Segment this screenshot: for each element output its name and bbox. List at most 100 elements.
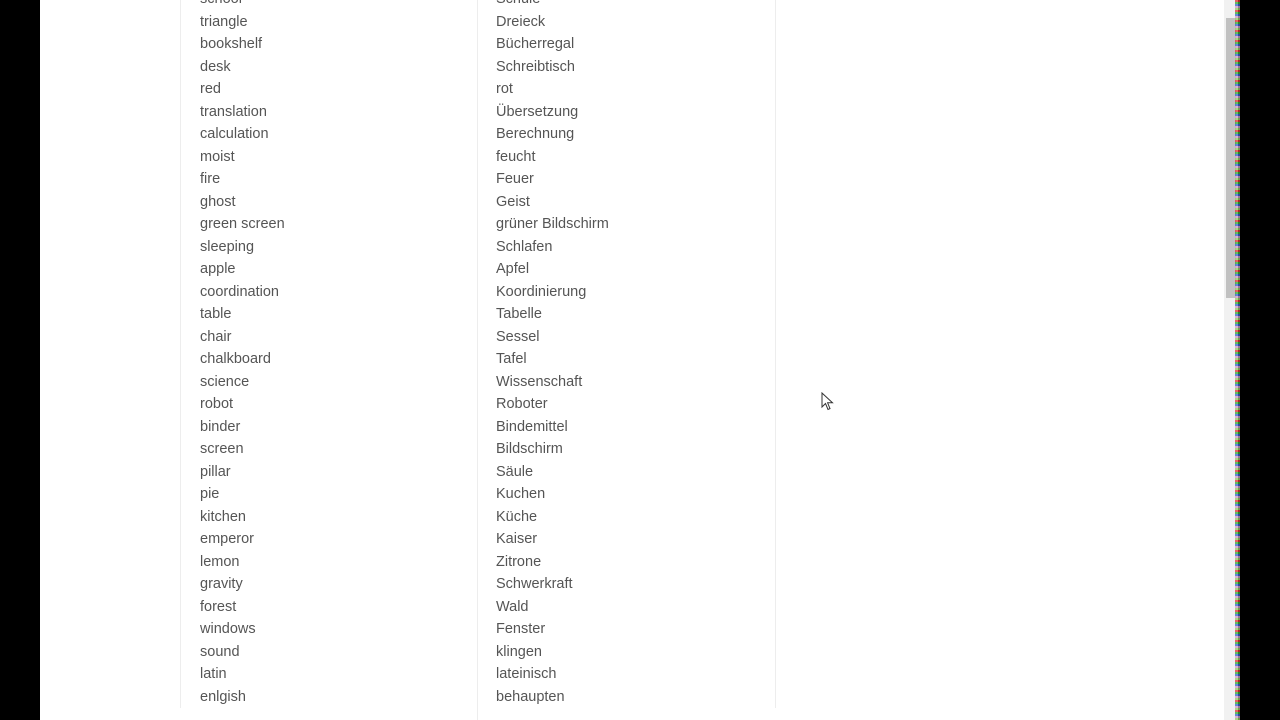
german-word: grüner Bildschirm xyxy=(496,216,609,233)
german-word: Übersetzung xyxy=(496,103,579,120)
english-word: binder xyxy=(200,418,241,435)
english-word: triangle xyxy=(200,13,248,30)
german-word: Bildschirm xyxy=(496,441,563,458)
vocabulary-table: school Schule triangle Dreieck bookshelf… xyxy=(180,0,776,720)
german-word: Sessel xyxy=(496,328,540,345)
english-word: pie xyxy=(200,486,220,503)
german-word: rot xyxy=(496,81,513,98)
english-word: red xyxy=(200,81,221,98)
table-row: forest Wald xyxy=(181,596,775,619)
table-row: triangle Dreieck xyxy=(181,11,775,34)
english-word: ghost xyxy=(200,193,236,210)
english-word: chair xyxy=(200,328,232,345)
table-row: gravity Schwerkraft xyxy=(181,573,775,596)
german-word: Bindemittel xyxy=(496,418,568,435)
german-word: Fenster xyxy=(496,621,546,638)
table-row: lemon Zitrone xyxy=(181,551,775,574)
table-row: pie Kuchen xyxy=(181,483,775,506)
english-word: sound xyxy=(200,643,240,660)
english-word: fire xyxy=(200,171,221,188)
english-word: gravity xyxy=(200,576,243,593)
german-word: Dreieck xyxy=(496,13,546,30)
german-word: Tafel xyxy=(496,351,527,368)
german-word: Bücherregal xyxy=(496,36,575,53)
german-word: Schwerkraft xyxy=(496,576,573,593)
german-word: Geist xyxy=(496,193,530,210)
english-word: science xyxy=(200,373,250,390)
english-word: robot xyxy=(200,396,234,413)
table-row: coordination Koordinierung xyxy=(181,281,775,304)
english-word: chalkboard xyxy=(200,351,271,368)
english-word: table xyxy=(200,306,232,323)
english-word: lemon xyxy=(200,553,240,570)
english-word: windows xyxy=(200,621,256,638)
german-word: Koordinierung xyxy=(496,283,587,300)
mouse-pointer-icon xyxy=(821,392,834,411)
table-row: windows Fenster xyxy=(181,618,775,641)
table-row: sound klingen xyxy=(181,641,775,664)
english-word: desk xyxy=(200,58,231,75)
english-word: school xyxy=(181,0,477,7)
table-row: bookshelf Bücherregal xyxy=(181,33,775,56)
german-word: Wissenschaft xyxy=(496,373,583,390)
table-row: robot Roboter xyxy=(181,393,775,416)
english-word: forest xyxy=(200,598,237,615)
english-word: screen xyxy=(200,441,244,458)
screen-edge-artifact xyxy=(1235,0,1240,720)
german-word: Säule xyxy=(496,463,534,480)
table-row: red rot xyxy=(181,78,775,101)
german-word: Tabelle xyxy=(496,306,542,323)
german-word: Feuer xyxy=(496,171,534,188)
german-word: Roboter xyxy=(496,396,548,413)
english-word: bookshelf xyxy=(200,36,263,53)
table-row: fire Feuer xyxy=(181,168,775,191)
table-row: moist feucht xyxy=(181,146,775,169)
table-row: ghost Geist xyxy=(181,191,775,214)
german-word: Kuchen xyxy=(496,486,546,503)
table-row: enlgish behaupten xyxy=(181,686,775,709)
english-word: sleeping xyxy=(200,238,255,255)
table-row: chair Sessel xyxy=(181,326,775,349)
table-row: kitchen Küche xyxy=(181,506,775,529)
table-row: desk Schreibtisch xyxy=(181,56,775,79)
table-row: emperor Kaiser xyxy=(181,528,775,551)
german-word: Zitrone xyxy=(496,553,542,570)
english-word: green screen xyxy=(200,216,285,233)
english-word: apple xyxy=(200,261,236,278)
table-row: binder Bindemittel xyxy=(181,416,775,439)
german-word: Schreibtisch xyxy=(496,58,575,75)
table-row: calculation Berechnung xyxy=(181,123,775,146)
table-row: table Tabelle xyxy=(181,303,775,326)
english-word: latin xyxy=(200,666,227,683)
table-row: science Wissenschaft xyxy=(181,371,775,394)
table-row: apple Apfel xyxy=(181,258,775,281)
english-word: kitchen xyxy=(200,508,246,525)
german-word: Kaiser xyxy=(496,531,538,548)
german-word: Schlafen xyxy=(496,238,553,255)
german-word: Küche xyxy=(496,508,538,525)
english-word: pillar xyxy=(200,463,231,480)
table-row: latin lateinisch xyxy=(181,663,775,686)
column-divider xyxy=(477,0,478,720)
english-word: coordination xyxy=(200,283,279,300)
german-word: behaupten xyxy=(496,688,565,705)
table-row: school Schule xyxy=(181,0,775,11)
table-row: screen Bildschirm xyxy=(181,438,775,461)
german-word: klingen xyxy=(496,643,542,660)
document-page: school Schule triangle Dreieck bookshelf… xyxy=(40,0,1224,720)
table-row: sleeping Schlafen xyxy=(181,236,775,259)
german-word: feucht xyxy=(496,148,536,165)
german-word: Wald xyxy=(496,598,529,615)
english-word: enlgish xyxy=(200,688,246,705)
german-word: Schule xyxy=(477,0,773,7)
table-row: pillar Säule xyxy=(181,461,775,484)
table-row: translation Übersetzung xyxy=(181,101,775,124)
english-word: translation xyxy=(200,103,267,120)
english-word: moist xyxy=(200,148,235,165)
german-word: lateinisch xyxy=(496,666,557,683)
german-word: Apfel xyxy=(496,261,530,278)
table-row: chalkboard Tafel xyxy=(181,348,775,371)
table-row: green screen grüner Bildschirm xyxy=(181,213,775,236)
german-word: Berechnung xyxy=(496,126,575,143)
english-word: emperor xyxy=(200,531,254,548)
